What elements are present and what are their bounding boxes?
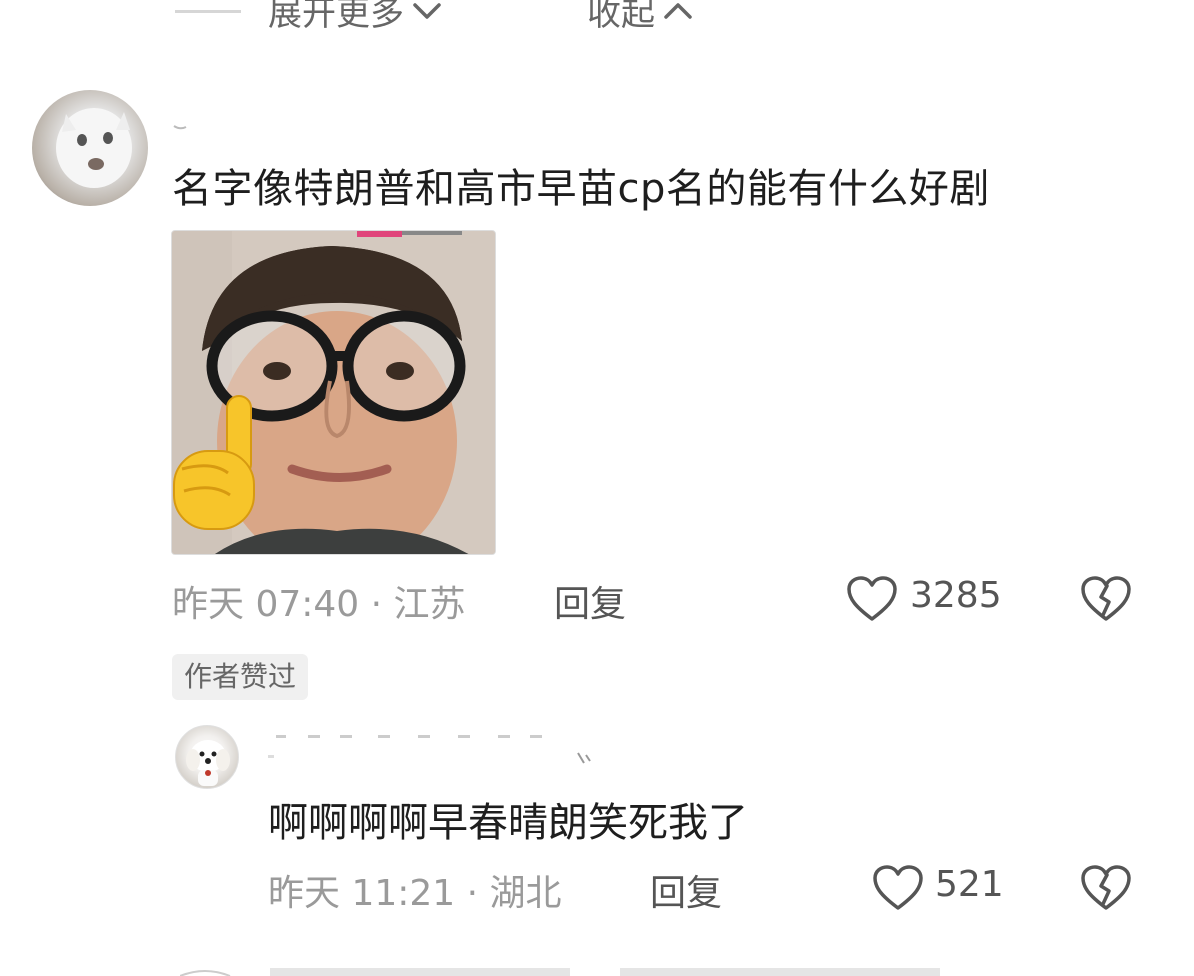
reply-avatar[interactable] <box>175 725 239 789</box>
avatar[interactable] <box>32 90 148 206</box>
selfie-photo <box>172 231 495 554</box>
thread-expand-bar: 展开更多 收起 <box>0 0 1194 34</box>
cat-avatar-image <box>56 108 132 188</box>
broken-heart-icon[interactable] <box>1080 575 1132 623</box>
reply-time-location: 昨天 11:21 · 湖北 <box>268 873 562 914</box>
comment-time-location: 昨天 07:40 · 江苏 <box>172 584 466 625</box>
reply-meta: 昨天 11:21 · 湖北 回复 521 <box>268 864 1168 914</box>
like-count: 3285 <box>910 575 1002 616</box>
collapse-button[interactable]: 收起 <box>587 0 695 35</box>
username-redacted[interactable] <box>172 118 192 130</box>
reply-button[interactable]: 回复 <box>650 864 722 916</box>
next-comment-partial <box>180 968 940 976</box>
username-redacted[interactable] <box>268 735 598 765</box>
comment-text: 名字像特朗普和高市早苗cp名的能有什么好剧 <box>172 166 990 212</box>
comment-image[interactable] <box>171 230 496 555</box>
author-liked-badge: 作者赞过 <box>172 654 309 700</box>
heart-icon[interactable] <box>846 575 898 623</box>
like-count: 521 <box>935 864 1004 905</box>
dog-avatar-image <box>186 740 230 786</box>
expand-more-button[interactable]: 展开更多 <box>268 0 444 35</box>
expand-more-label: 展开更多 <box>268 0 404 34</box>
divider-line <box>175 10 241 13</box>
chevron-up-icon <box>664 2 692 19</box>
collapse-label: 收起 <box>587 0 655 34</box>
comment-meta: 昨天 07:40 · 江苏 回复 3285 <box>172 575 1162 625</box>
chevron-down-icon <box>413 2 441 19</box>
reply-text: 啊啊啊啊早春晴朗笑死我了 <box>268 800 748 846</box>
reply-button[interactable]: 回复 <box>554 575 626 627</box>
heart-icon[interactable] <box>872 864 924 912</box>
broken-heart-icon[interactable] <box>1080 864 1132 912</box>
